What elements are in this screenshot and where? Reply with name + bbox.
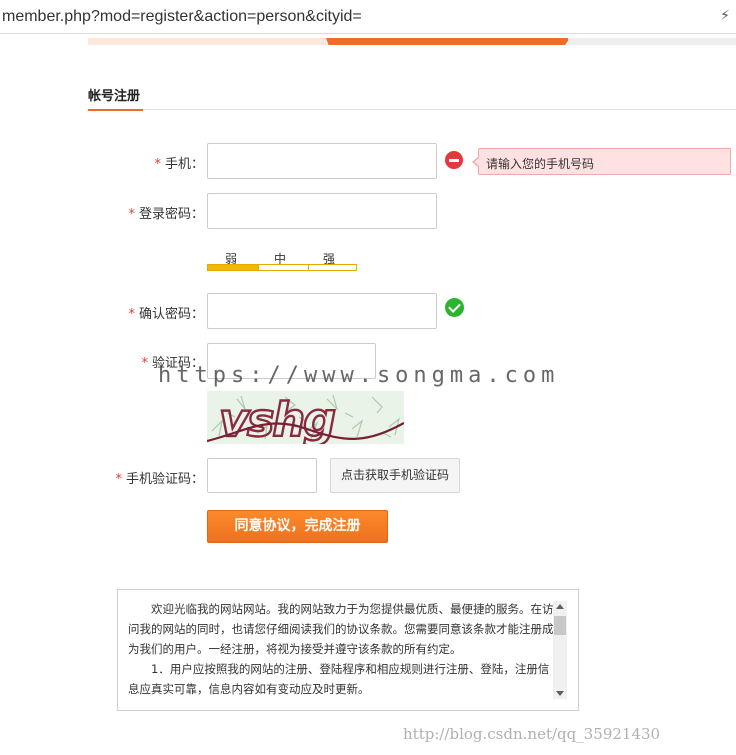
scroll-up-icon[interactable] — [556, 604, 564, 609]
sms-code-input[interactable] — [207, 458, 317, 493]
password-label: * 登录密码： — [128, 207, 204, 222]
step-1 — [88, 38, 326, 45]
tab-active-indicator — [88, 109, 143, 111]
strength-bar-strong — [308, 264, 357, 271]
agreement-text: 欢迎光临我的网站网站。我的网站致力于为您提供最优质、最便捷的服务。在访问我的网站… — [128, 599, 556, 699]
url-text: member.php?mod=register&action=person&ci… — [2, 8, 362, 25]
agreement-paragraph: 1．用户应按照我的网站的注册、登陆程序和相应规则进行注册、登陆，注册信息应真实可… — [128, 662, 550, 696]
agreement-paragraph: 欢迎光临我的网站网站。我的网站致力于为您提供最优质、最便捷的服务。在访问我的网站… — [128, 602, 554, 656]
required-mark: * — [128, 307, 135, 322]
step-progress-bar — [0, 38, 736, 46]
phone-error-tip: 请输入您的手机号码 — [472, 148, 731, 175]
error-icon — [445, 151, 463, 169]
captcha-image[interactable]: vshg — [207, 391, 404, 444]
address-bar[interactable]: member.php?mod=register&action=person&ci… — [0, 0, 736, 34]
password-strength-meter: 弱 中 强 — [207, 250, 357, 272]
check-icon — [445, 298, 464, 317]
phone-input[interactable] — [207, 143, 437, 179]
get-sms-code-button[interactable]: 点击获取手机验证码 — [330, 458, 460, 493]
scroll-down-icon[interactable] — [556, 691, 564, 696]
password-input[interactable] — [207, 193, 437, 229]
user-agreement-box[interactable]: 欢迎光临我的网站网站。我的网站致力于为您提供最优质、最便捷的服务。在访问我的网站… — [117, 589, 579, 711]
tab-divider — [88, 109, 736, 110]
confirm-password-input[interactable] — [207, 293, 437, 329]
scroll-thumb[interactable] — [554, 616, 566, 635]
tab-account-register[interactable]: 帐号注册 — [88, 85, 140, 104]
step-3 — [568, 38, 736, 45]
sms-code-label: * 手机验证码： — [115, 472, 204, 487]
confirm-password-label: * 确认密码： — [128, 307, 204, 322]
required-mark: * — [128, 207, 135, 222]
required-mark: * — [115, 472, 122, 487]
watermark-corner: http://blog.csdn.net/qq_35921430 — [403, 725, 661, 743]
required-mark: * — [141, 356, 148, 371]
phone-label: * 手机： — [154, 157, 204, 172]
agree-and-register-button[interactable]: 同意协议，完成注册 — [207, 510, 388, 543]
watermark-center: https://www.songma.com — [158, 363, 560, 388]
lightning-icon[interactable]: ⚡ — [720, 8, 730, 24]
required-mark: * — [154, 157, 161, 172]
strength-bar-weak — [207, 264, 259, 271]
strength-bar-medium — [258, 264, 309, 271]
step-2-active — [326, 38, 570, 45]
agreement-scrollbar[interactable] — [553, 601, 567, 699]
captcha-text: vshg — [219, 393, 335, 444]
